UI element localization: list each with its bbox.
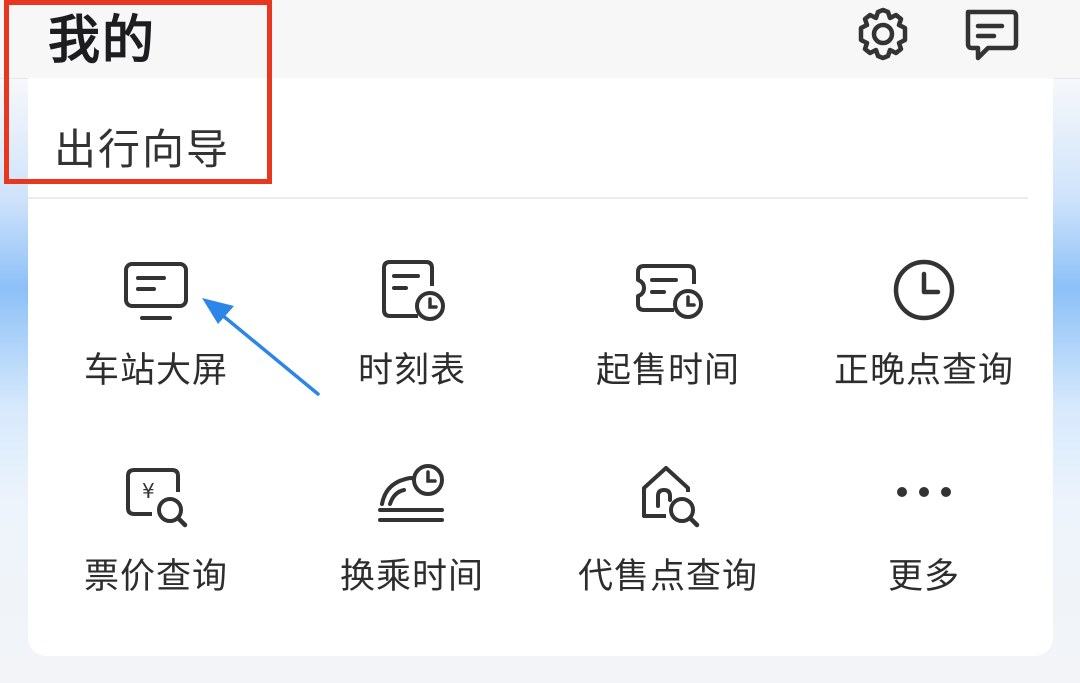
section-divider: [28, 197, 1028, 199]
grid-item-label: 票价查询: [83, 557, 228, 597]
timetable-icon: [382, 260, 445, 321]
grid-item-transfer-time[interactable]: 换乘时间: [284, 458, 540, 599]
grid-item-sale-time[interactable]: 起售时间: [540, 252, 796, 393]
gear-icon[interactable]: [853, 4, 913, 64]
fare-search-icon: ¥: [126, 468, 188, 528]
grid-item-more[interactable]: 更多: [796, 458, 1052, 599]
grid-item-fare-query[interactable]: ¥ 票价查询: [28, 458, 284, 599]
grid-item-label: 起售时间: [595, 351, 740, 391]
agency-search-icon: [642, 466, 700, 528]
pointer-arrow-icon: [202, 298, 320, 396]
transfer-time-icon: [378, 464, 444, 522]
station-screen-icon: [124, 262, 188, 320]
grid-item-agency-query[interactable]: 代售点查询: [540, 458, 796, 599]
svg-text:¥: ¥: [142, 479, 155, 503]
clock-icon: [893, 259, 955, 321]
highlight-box: [4, 0, 272, 184]
message-icon[interactable]: [960, 4, 1020, 64]
grid-item-label: 代售点查询: [577, 557, 758, 597]
grid-item-label: 换乘时间: [339, 557, 484, 597]
grid-item-label: 更多: [887, 557, 960, 597]
grid-item-label: 正晚点查询: [833, 351, 1014, 391]
more-dots-icon: [897, 487, 951, 497]
grid-item-delay-query[interactable]: 正晚点查询: [796, 252, 1052, 393]
ticket-sale-time-icon: [636, 264, 703, 319]
